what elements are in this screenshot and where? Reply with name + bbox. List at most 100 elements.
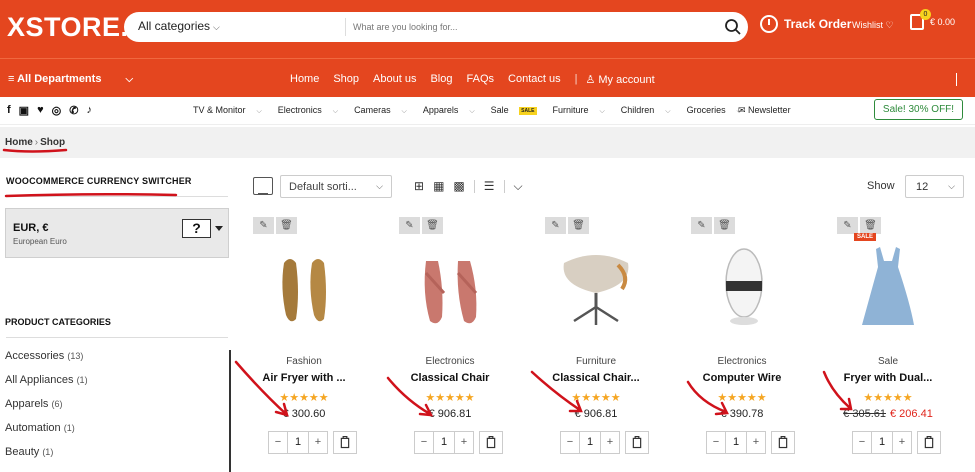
minus-button[interactable]: −	[415, 432, 433, 453]
plus-button[interactable]: +	[455, 432, 473, 453]
all-departments-menu[interactable]: ≡ All Departments ⌵	[8, 73, 133, 85]
cart-button[interactable]: 0 € 0.00	[910, 9, 955, 30]
edit-icon[interactable]: ✎	[253, 217, 274, 234]
minus-button[interactable]: −	[269, 432, 287, 453]
nav-faqs[interactable]: FAQs	[467, 73, 495, 86]
product-categories-title: PRODUCT CATEGORIES	[5, 317, 111, 327]
edit-icon[interactable]: ✎	[691, 217, 712, 234]
product-image[interactable]	[402, 233, 498, 333]
quantity-value[interactable]: 1	[725, 432, 747, 453]
product-name[interactable]: Computer Wire	[674, 372, 810, 384]
add-to-cart-icon[interactable]	[625, 431, 649, 454]
minus-button[interactable]: −	[853, 432, 871, 453]
chevron-down-icon[interactable]: ⌵	[514, 179, 523, 194]
plus-button[interactable]: +	[893, 432, 911, 453]
add-to-cart-icon[interactable]	[917, 431, 941, 454]
nav-about[interactable]: About us	[373, 73, 416, 86]
newsletter-link[interactable]: ✉ Newsletter	[738, 105, 791, 116]
subnav-electronics[interactable]: Electronics ⌵	[278, 105, 346, 116]
nav-contact[interactable]: Contact us	[508, 73, 561, 86]
trash-icon[interactable]: 🗑	[422, 217, 443, 234]
youtube-icon[interactable]: ▣	[19, 104, 29, 117]
track-order-link[interactable]: Track Order	[760, 15, 851, 33]
plus-button[interactable]: +	[309, 432, 327, 453]
product-price: € 300.60	[236, 408, 372, 420]
subnav-cameras[interactable]: Cameras ⌵	[354, 105, 415, 116]
nav-blog[interactable]: Blog	[430, 73, 452, 86]
list-item[interactable]: Accessories (13)	[5, 350, 88, 374]
search-input[interactable]	[353, 17, 813, 37]
breadcrumb-home[interactable]: Home	[5, 137, 33, 148]
subnav-sale[interactable]: Sale SALE	[491, 105, 545, 116]
whatsapp-icon[interactable]: ✆	[69, 104, 78, 117]
product-name[interactable]: Classical Chair	[382, 372, 518, 384]
minus-button[interactable]: −	[561, 432, 579, 453]
plus-button[interactable]: +	[747, 432, 765, 453]
promo-button[interactable]: Sale! 30% OFF!	[874, 99, 963, 120]
nav-shop[interactable]: Shop	[333, 73, 359, 86]
wishlist-link[interactable]: Wishlist ♡	[852, 20, 894, 31]
edit-icon[interactable]: ✎	[545, 217, 566, 234]
trash-icon[interactable]: 🗑	[568, 217, 589, 234]
product-card[interactable]: ✎ 🗑 Furniture Classical Chair... ★★★★★ € …	[528, 213, 664, 468]
social-links: f ▣ ♥ ◎ ✆ ♪	[7, 104, 92, 117]
trash-icon[interactable]: 🗑	[714, 217, 735, 234]
category-name: Accessories	[5, 350, 65, 362]
nav-home[interactable]: Home	[290, 73, 319, 86]
product-image[interactable]	[548, 233, 644, 333]
grid-2-icon[interactable]: ⊞	[414, 179, 424, 194]
add-to-cart-icon[interactable]	[333, 431, 357, 454]
search-icon[interactable]	[724, 18, 742, 36]
subnav-furniture[interactable]: Furniture ⌵	[553, 105, 613, 116]
instagram-icon[interactable]: ◎	[52, 104, 62, 117]
subnav-apparels[interactable]: Apparels ⌵	[423, 105, 483, 116]
filter-toggle-icon[interactable]	[253, 177, 273, 195]
sort-select[interactable]: Default sorti... ⌵	[280, 175, 392, 198]
nav-my-account[interactable]: ♙ My account	[585, 73, 668, 86]
quantity-value[interactable]: 1	[579, 432, 601, 453]
product-card[interactable]: ✎ 🗑 Electronics Computer Wire ★★★★★ € 390…	[674, 213, 810, 468]
grid-3-icon[interactable]: ▦	[433, 179, 444, 194]
header-top-bar: XSTORE. All categories⌵ Track Order Wish…	[0, 0, 975, 58]
grid-4-icon[interactable]: ▩	[453, 179, 464, 194]
product-image[interactable]	[694, 233, 790, 333]
star-rating: ★★★★★	[717, 392, 767, 404]
price-value: € 300.60	[282, 408, 326, 420]
minus-button[interactable]: −	[707, 432, 725, 453]
product-name[interactable]: Air Fryer with ...	[236, 372, 372, 384]
product-image[interactable]	[256, 233, 352, 333]
edit-icon[interactable]: ✎	[399, 217, 420, 234]
product-category: Electronics	[425, 356, 475, 367]
quantity-value[interactable]: 1	[871, 432, 893, 453]
list-view-icon[interactable]: ☰	[484, 179, 495, 194]
trash-icon[interactable]: 🗑	[276, 217, 297, 234]
product-name[interactable]: Fryer with Dual...	[820, 372, 956, 384]
facebook-icon[interactable]: f	[7, 104, 11, 117]
subnav-children[interactable]: Children ⌵	[621, 105, 679, 116]
list-item[interactable]: Beauty (1)	[5, 446, 88, 470]
list-item[interactable]: All Appliances (1)	[5, 374, 88, 398]
list-item[interactable]: Automation (1)	[5, 422, 88, 446]
twitter-icon[interactable]: ♥	[37, 104, 44, 117]
trash-icon[interactable]: 🗑	[860, 217, 881, 234]
product-card[interactable]: ✎ 🗑 Electronics Classical Chair ★★★★★ € 9…	[382, 213, 518, 468]
product-card[interactable]: ✎ 🗑 SALE Sale Fryer with Dual... ★★★★★ € …	[820, 213, 956, 468]
currency-switcher[interactable]: EUR, € European Euro ?	[5, 208, 229, 258]
product-card[interactable]: ✎ 🗑 Fashion Air Fryer with ... ★★★★★ € 30…	[236, 213, 372, 468]
subnav-tv-monitor[interactable]: TV & Monitor ⌵	[193, 105, 270, 116]
per-page-select[interactable]: 12 ⌵	[905, 175, 964, 198]
edit-icon[interactable]: ✎	[837, 217, 858, 234]
add-to-cart-icon[interactable]	[771, 431, 795, 454]
quantity-stepper: −1 +	[560, 431, 620, 454]
tiktok-icon[interactable]: ♪	[86, 104, 92, 117]
product-image[interactable]	[840, 233, 936, 333]
quantity-value[interactable]: 1	[287, 432, 309, 453]
plus-button[interactable]: +	[601, 432, 619, 453]
product-name[interactable]: Classical Chair...	[528, 372, 664, 384]
list-item[interactable]: Apparels (6)	[5, 398, 88, 422]
quantity-value[interactable]: 1	[433, 432, 455, 453]
search-category-select[interactable]: All categories ⌵	[138, 19, 220, 33]
nav-end-divider	[956, 73, 957, 86]
add-to-cart-icon[interactable]	[479, 431, 503, 454]
site-logo[interactable]: XSTORE.	[7, 12, 129, 43]
